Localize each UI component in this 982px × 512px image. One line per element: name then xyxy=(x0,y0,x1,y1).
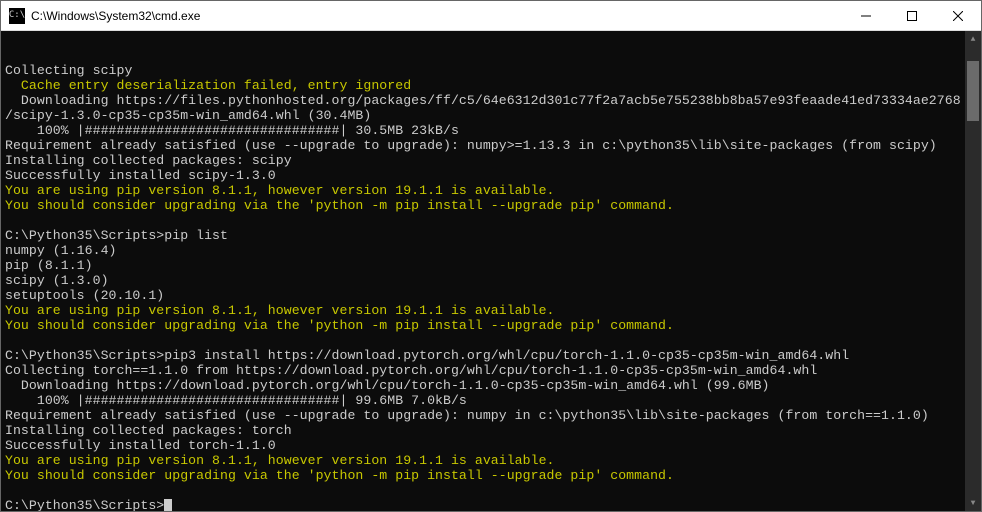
terminal-line: Requirement already satisfied (use --upg… xyxy=(5,138,937,153)
terminal-line: C:\Python35\Scripts>pip3 install https:/… xyxy=(5,348,849,363)
terminal-line: Installing collected packages: scipy xyxy=(5,153,292,168)
terminal-line: C:\Python35\Scripts>pip list xyxy=(5,228,228,243)
terminal-line: Downloading https://files.pythonhosted.o… xyxy=(5,93,961,108)
terminal-line: You are using pip version 8.1.1, however… xyxy=(5,183,555,198)
terminal-line: You should consider upgrading via the 'p… xyxy=(5,468,674,483)
terminal-line: Successfully installed scipy-1.3.0 xyxy=(5,168,276,183)
terminal-line: numpy (1.16.4) xyxy=(5,243,117,258)
cmd-window: C:\ C:\Windows\System32\cmd.exe Collecti… xyxy=(0,0,982,512)
terminal-line: setuptools (20.10.1) xyxy=(5,288,164,303)
cmd-icon-text: C:\ xyxy=(9,11,25,20)
close-button[interactable] xyxy=(935,1,981,30)
terminal-line: You should consider upgrading via the 'p… xyxy=(5,198,674,213)
terminal-line: scipy (1.3.0) xyxy=(5,273,109,288)
minimize-button[interactable] xyxy=(843,1,889,30)
scrollbar-thumb[interactable] xyxy=(967,61,979,121)
terminal-line: 100% |################################| … xyxy=(5,123,459,138)
terminal-line: pip (8.1.1) xyxy=(5,258,93,273)
terminal-line: You are using pip version 8.1.1, however… xyxy=(5,453,555,468)
titlebar[interactable]: C:\ C:\Windows\System32\cmd.exe xyxy=(1,1,981,31)
scroll-down-arrow[interactable]: ▼ xyxy=(965,495,981,511)
minimize-icon xyxy=(861,11,871,21)
terminal-lines: Collecting scipy Cache entry deserializa… xyxy=(5,63,977,498)
window-title: C:\Windows\System32\cmd.exe xyxy=(31,9,843,23)
terminal-line: Cache entry deserialization failed, entr… xyxy=(5,78,411,93)
terminal-line: You are using pip version 8.1.1, however… xyxy=(5,303,555,318)
terminal-line: Installing collected packages: torch xyxy=(5,423,292,438)
scroll-up-arrow[interactable]: ▲ xyxy=(965,31,981,47)
terminal-line: Collecting torch==1.1.0 from https://dow… xyxy=(5,363,817,378)
scrollbar[interactable]: ▲ ▼ xyxy=(965,31,981,511)
terminal-line: 100% |################################| … xyxy=(5,393,467,408)
terminal-line: /scipy-1.3.0-cp35-cp35m-win_amd64.whl (3… xyxy=(5,108,371,123)
maximize-icon xyxy=(907,11,917,21)
terminal-line: You should consider upgrading via the 'p… xyxy=(5,318,674,333)
cmd-icon: C:\ xyxy=(9,8,25,24)
terminal-line: Successfully installed torch-1.1.0 xyxy=(5,438,276,453)
terminal-output[interactable]: Collecting scipy Cache entry deserializa… xyxy=(1,31,981,511)
terminal-line: Collecting scipy xyxy=(5,63,132,78)
window-controls xyxy=(843,1,981,30)
cursor xyxy=(164,499,172,511)
terminal-line: Requirement already satisfied (use --upg… xyxy=(5,408,929,423)
close-icon xyxy=(953,11,963,21)
terminal-line: Downloading https://download.pytorch.org… xyxy=(5,378,770,393)
prompt: C:\Python35\Scripts> xyxy=(5,498,164,511)
maximize-button[interactable] xyxy=(889,1,935,30)
